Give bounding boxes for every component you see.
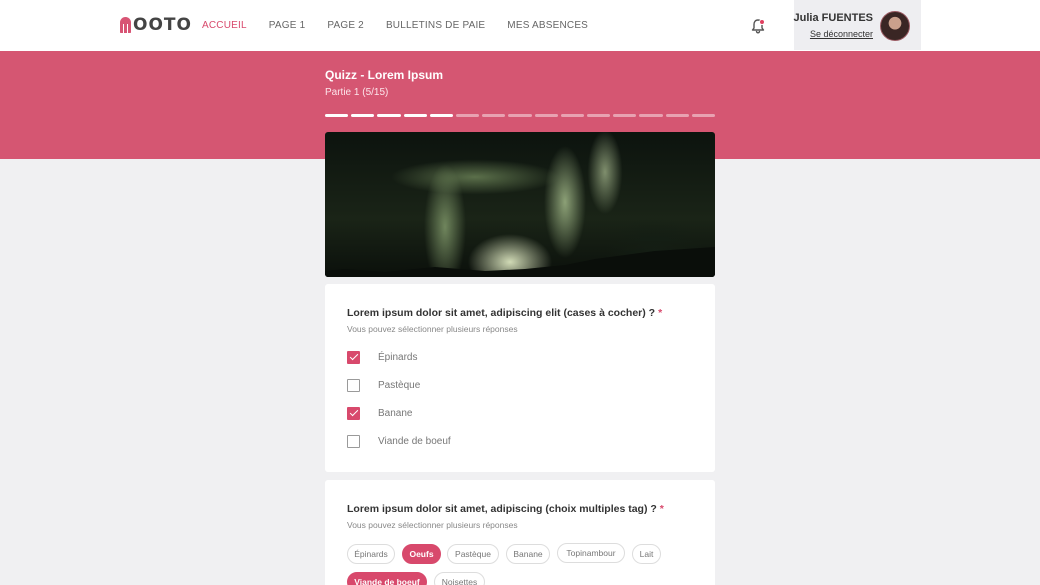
question-card-checkboxes: Lorem ipsum dolor sit amet, adipiscing e…: [325, 284, 715, 472]
nav-item-mes-absences[interactable]: MES ABSENCES: [507, 20, 588, 31]
progress-segment: [691, 114, 716, 117]
quiz-title: Quizz - Lorem Ipsum: [325, 68, 444, 82]
checkbox[interactable]: [347, 434, 360, 448]
tag-banane[interactable]: Banane: [506, 544, 550, 564]
question-title: Lorem ipsum dolor sit amet, adipiscing (…: [347, 503, 664, 515]
checkbox[interactable]: [347, 350, 360, 364]
progress-segment: [639, 114, 663, 117]
nav-item-accueil[interactable]: ACCUEIL: [202, 20, 247, 31]
checkbox-option-viande-de-boeuf[interactable]: Viande de boeuf: [347, 433, 451, 449]
nav-item-page-2[interactable]: PAGE 2: [327, 20, 364, 31]
checkbox[interactable]: [347, 378, 360, 392]
tag-topinambour[interactable]: Topinambour: [557, 543, 625, 563]
nav-item-bulletins-de-paie[interactable]: BULLETINS DE PAIE: [386, 20, 485, 31]
tag-epinards[interactable]: Épinards: [347, 544, 395, 564]
progress-segment: [456, 114, 480, 117]
question-hint: Vous pouvez sélectionner plusieurs répon…: [347, 324, 518, 334]
option-label: Viande de boeuf: [378, 435, 451, 447]
user-menu: Julia FUENTES Se déconnecter: [794, 0, 921, 50]
notification-badge: [759, 19, 765, 25]
forest-silhouette: [325, 247, 715, 277]
progress-segment: [587, 114, 611, 117]
progress-segment: [613, 114, 637, 117]
progress-segment: [665, 114, 689, 117]
option-label: Banane: [378, 407, 413, 419]
tag-pasteque[interactable]: Pastèque: [447, 544, 499, 564]
avatar[interactable]: [880, 11, 910, 41]
progress-segment: [482, 114, 506, 117]
progress-segment: [377, 114, 401, 117]
progress-segment: [560, 114, 585, 117]
app-logo[interactable]: OOTO: [120, 15, 192, 35]
quiz-part-indicator: Partie 1 (5/15): [325, 87, 389, 98]
checkbox-option-pasteque[interactable]: Pastèque: [347, 377, 420, 393]
checkbox-option-epinards[interactable]: Épinards: [347, 349, 417, 365]
checkbox[interactable]: [347, 406, 360, 420]
checkbox-option-banane[interactable]: Banane: [347, 405, 412, 421]
main-nav: ACCUEIL PAGE 1 PAGE 2 BULLETINS DE PAIE …: [202, 0, 588, 51]
tag-viande-de-boeuf[interactable]: Viande de boeuf: [347, 572, 427, 585]
logout-link[interactable]: Se déconnecter: [810, 29, 873, 39]
question-hint: Vous pouvez sélectionner plusieurs répon…: [347, 520, 518, 530]
option-label: Pastèque: [378, 379, 421, 391]
tag-lait[interactable]: Lait: [632, 544, 661, 564]
progress-segment: [429, 114, 454, 117]
option-label: Épinards: [378, 351, 418, 363]
logo-text: OOTO: [133, 15, 192, 35]
user-name: Julia FUENTES: [793, 12, 873, 24]
tag-noisettes[interactable]: Noisettes: [434, 572, 485, 585]
nav-item-page-1[interactable]: PAGE 1: [269, 20, 306, 31]
progress-segment: [325, 114, 349, 117]
top-navbar: OOTO ACCUEIL PAGE 1 PAGE 2 BULLETINS DE …: [0, 0, 1040, 51]
required-mark: *: [659, 503, 664, 515]
progress-segment: [508, 114, 532, 117]
progress-segment: [403, 114, 427, 117]
logo-mark-icon: [120, 17, 131, 33]
progress-segment: [351, 114, 375, 117]
progress-segment: [534, 114, 558, 117]
required-mark: *: [658, 307, 663, 319]
quiz-progress-bar: [325, 114, 716, 118]
tag-oeufs[interactable]: Oeufs: [402, 544, 441, 564]
aurora-banner-image: [325, 132, 715, 277]
question-card-tags: Lorem ipsum dolor sit amet, adipiscing (…: [325, 480, 715, 585]
question-title: Lorem ipsum dolor sit amet, adipiscing e…: [347, 307, 663, 319]
